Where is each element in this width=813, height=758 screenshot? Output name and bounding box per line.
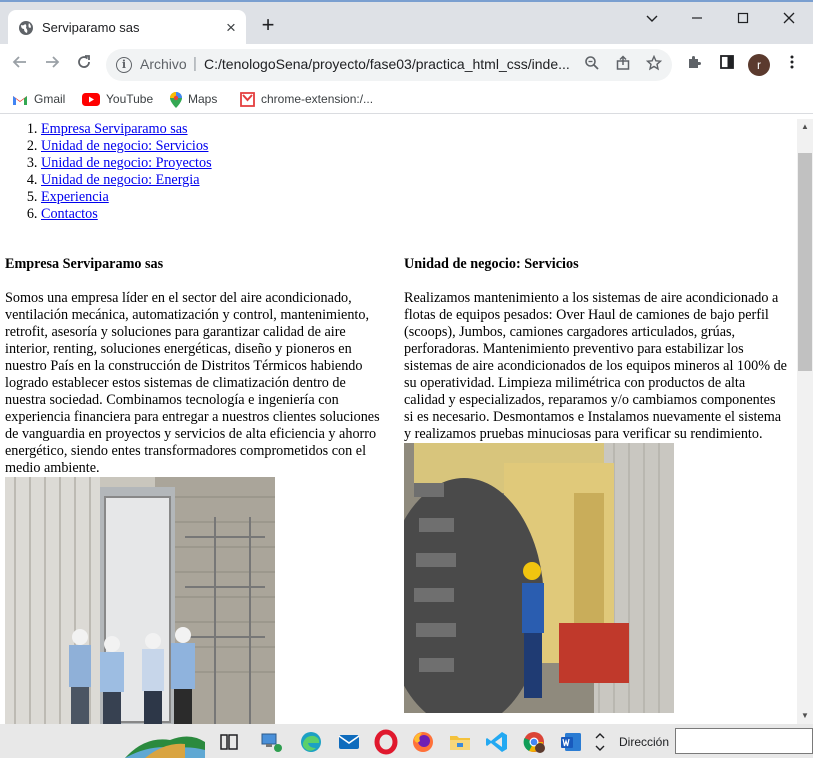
folder-icon[interactable] bbox=[447, 729, 473, 755]
cooling-tower-photo bbox=[5, 477, 275, 724]
vscode-icon[interactable] bbox=[484, 729, 510, 755]
profile-avatar[interactable]: r bbox=[748, 54, 770, 76]
page-viewport: Empresa Serviparamo sas Unidad de negoci… bbox=[0, 119, 797, 724]
bookmark-maps[interactable]: Maps bbox=[170, 92, 217, 108]
close-window-icon[interactable] bbox=[766, 6, 812, 32]
windows-taskbar: Dirección bbox=[0, 724, 813, 758]
close-tab-icon[interactable]: × bbox=[222, 19, 240, 37]
url-scheme: Archivo bbox=[140, 56, 187, 72]
tab-title: Serviparamo sas bbox=[42, 20, 140, 35]
address-bar[interactable]: i Archivo | C:/tenologoSena/proyecto/fas… bbox=[106, 49, 672, 81]
landscape-widget-icon[interactable] bbox=[125, 728, 205, 758]
reload-icon[interactable] bbox=[73, 53, 95, 75]
chrome-icon[interactable] bbox=[521, 729, 547, 755]
maps-icon bbox=[170, 92, 182, 108]
nav-item: Empresa Serviparamo sas bbox=[41, 121, 212, 138]
nav-item: Contactos bbox=[41, 206, 212, 223]
back-icon[interactable] bbox=[9, 53, 31, 75]
side-panel-icon[interactable] bbox=[717, 54, 737, 74]
browser-toolbar: i Archivo | C:/tenologoSena/proyecto/fas… bbox=[0, 44, 813, 86]
youtube-icon bbox=[82, 93, 100, 107]
menu-icon[interactable] bbox=[782, 54, 802, 74]
bookmark-star-icon[interactable] bbox=[644, 54, 664, 75]
section-servicios: Unidad de negocio: Servicios Realizamos … bbox=[404, 256, 788, 713]
page-nav-list: Empresa Serviparamo sas Unidad de negoci… bbox=[41, 121, 212, 223]
bookmark-label: chrome-extension:/... bbox=[261, 92, 374, 106]
nav-item: Unidad de negocio: Energia bbox=[41, 172, 212, 189]
nav-link-experiencia[interactable]: Experiencia bbox=[41, 189, 109, 205]
nav-item: Unidad de negocio: Proyectos bbox=[41, 155, 212, 172]
zoom-icon[interactable] bbox=[582, 55, 602, 75]
bookmark-label: Gmail bbox=[34, 92, 66, 106]
bookmark-label: YouTube bbox=[106, 92, 154, 106]
gmail-icon bbox=[13, 95, 27, 105]
bookmark-extension[interactable]: chrome-extension:/... bbox=[240, 92, 373, 108]
nav-link-proyectos[interactable]: Unidad de negocio: Proyectos bbox=[41, 155, 212, 171]
bookmark-youtube[interactable]: YouTube bbox=[82, 92, 153, 108]
maximize-icon[interactable] bbox=[720, 6, 766, 32]
extension-bookmark-icon bbox=[240, 92, 255, 108]
page-scrollbar[interactable]: ▲ ▼ bbox=[797, 119, 813, 724]
mining-truck-photo bbox=[404, 443, 674, 713]
taskbar-overflow-icon[interactable] bbox=[592, 729, 608, 755]
section-empresa: Empresa Serviparamo sas Somos una empres… bbox=[5, 256, 389, 724]
scrollbar-thumb[interactable] bbox=[798, 153, 812, 371]
task-view-icon[interactable] bbox=[216, 729, 242, 755]
nav-link-empresa[interactable]: Empresa Serviparamo sas bbox=[41, 121, 188, 137]
scroll-up-icon[interactable]: ▲ bbox=[797, 119, 813, 135]
nav-link-servicios[interactable]: Unidad de negocio: Servicios bbox=[41, 138, 208, 154]
nav-link-contactos[interactable]: Contactos bbox=[41, 206, 98, 222]
site-info-icon[interactable]: i bbox=[116, 57, 132, 73]
url-text[interactable]: C:/tenologoSena/proyecto/fase03/practica… bbox=[204, 56, 570, 72]
word-icon[interactable] bbox=[558, 729, 584, 755]
pc-explorer-icon[interactable] bbox=[259, 729, 285, 755]
address-toolbar-label: Dirección bbox=[619, 735, 670, 749]
firefox-icon[interactable] bbox=[410, 729, 436, 755]
section-body: Realizamos mantenimiento a los sistemas … bbox=[404, 290, 787, 442]
tab-search-icon[interactable] bbox=[629, 6, 675, 32]
nav-item: Experiencia bbox=[41, 189, 212, 206]
browser-tab[interactable]: Serviparamo sas × bbox=[8, 10, 246, 46]
mail-icon[interactable] bbox=[336, 729, 362, 755]
bookmarks-bar: Gmail YouTube Maps chrome-extension:/... bbox=[0, 86, 813, 114]
bookmark-label: Maps bbox=[188, 92, 218, 107]
nav-link-energia[interactable]: Unidad de negocio: Energia bbox=[41, 172, 200, 188]
nav-item: Unidad de negocio: Servicios bbox=[41, 138, 212, 155]
globe-icon bbox=[19, 21, 33, 35]
bookmark-gmail[interactable]: Gmail bbox=[12, 92, 65, 108]
minimize-icon[interactable] bbox=[674, 6, 720, 32]
share-icon[interactable] bbox=[613, 55, 633, 75]
section-body: Somos una empresa líder en el sector del… bbox=[5, 290, 380, 476]
edge-icon[interactable] bbox=[298, 729, 324, 755]
forward-icon[interactable] bbox=[41, 53, 63, 75]
opera-icon[interactable] bbox=[373, 729, 399, 755]
section-heading: Empresa Serviparamo sas bbox=[5, 256, 164, 272]
url-separator: | bbox=[193, 55, 197, 72]
browser-tab-strip: Serviparamo sas × + bbox=[0, 0, 813, 46]
section-heading: Unidad de negocio: Servicios bbox=[404, 256, 579, 272]
new-tab-icon[interactable]: + bbox=[256, 14, 280, 38]
extensions-icon[interactable] bbox=[684, 54, 704, 74]
scroll-down-icon[interactable]: ▼ bbox=[797, 708, 813, 724]
address-toolbar-input[interactable] bbox=[675, 728, 813, 754]
